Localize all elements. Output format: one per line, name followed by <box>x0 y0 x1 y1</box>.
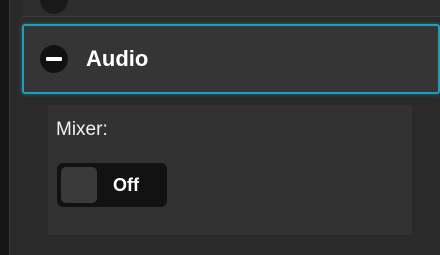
audio-section-header[interactable]: Audio <box>22 24 440 94</box>
mixer-toggle[interactable]: Off <box>57 163 167 207</box>
toggle-state-label: Off <box>113 175 139 195</box>
audio-section-body: Mixer: Off <box>48 105 412 235</box>
section-title: Audio <box>86 46 149 71</box>
mixer-label: Mixer: <box>56 119 108 140</box>
toggle-knob[interactable] <box>61 167 97 203</box>
minus-circle-icon[interactable] <box>40 45 68 73</box>
previous-section-toggle-icon[interactable] <box>40 0 68 14</box>
previous-section-header[interactable] <box>22 0 440 17</box>
settings-panel-frame: Audio Mixer: Off <box>0 0 440 255</box>
